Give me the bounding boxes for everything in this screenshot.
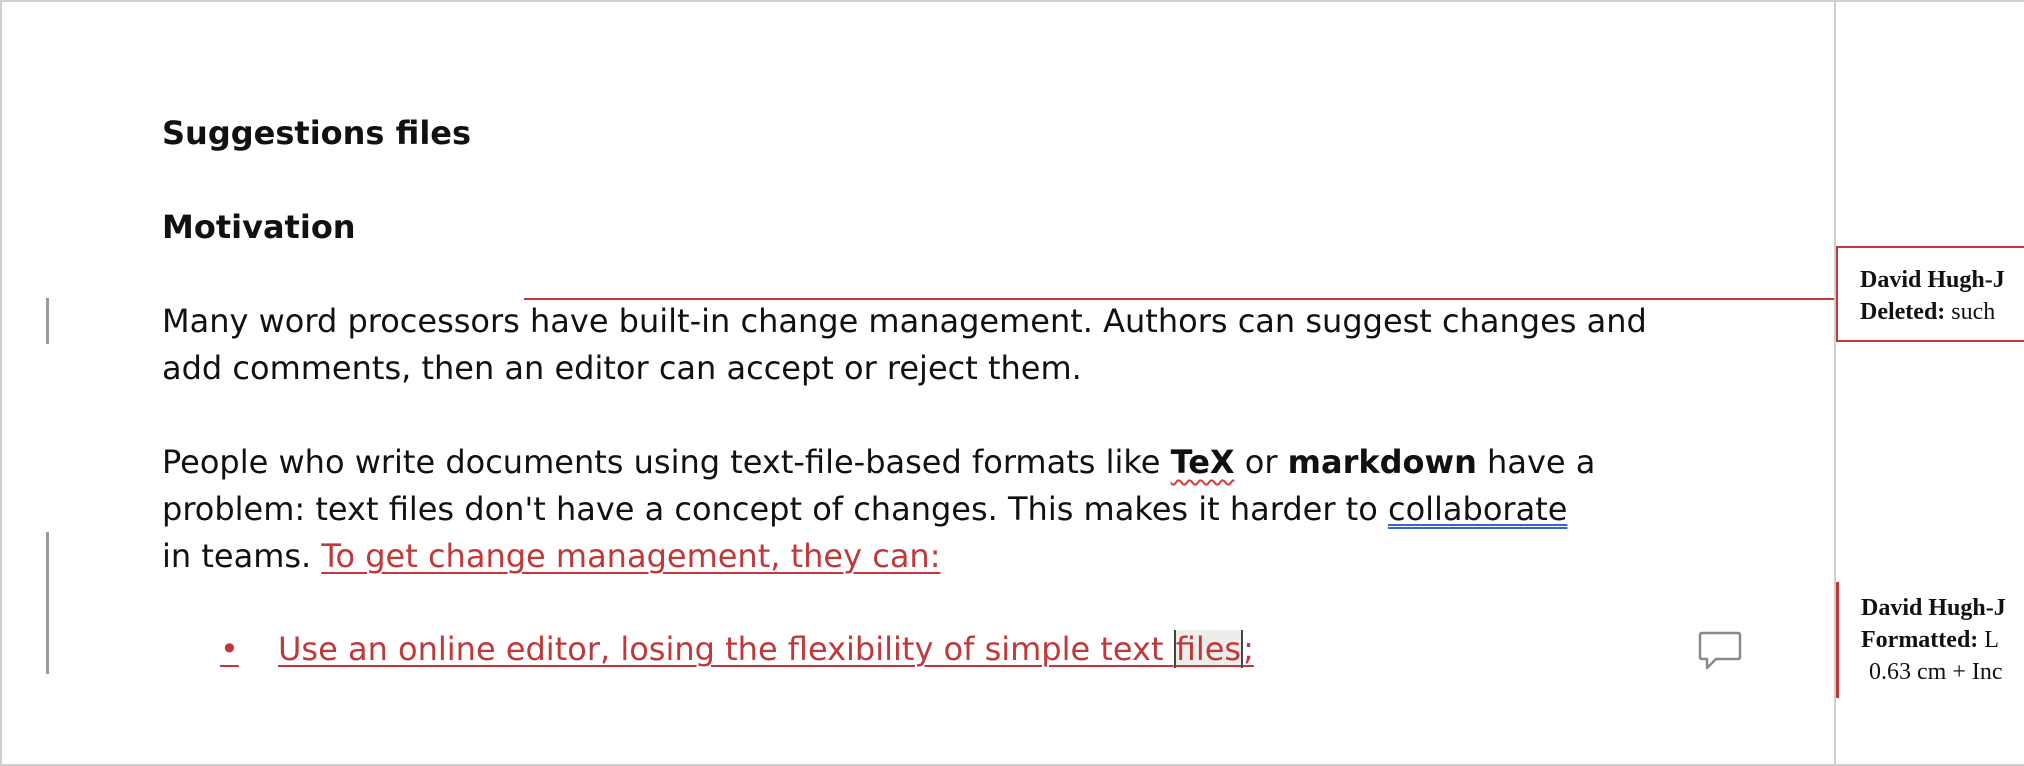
text-run: People who write documents using text-fi…	[162, 443, 1171, 481]
spelling-flagged-word[interactable]: TeX	[1171, 443, 1235, 481]
document-page[interactable]: Suggestions files Motivation Many word p…	[2, 2, 1834, 764]
text-run: have a	[1476, 443, 1596, 481]
revision-balloon-formatted[interactable]: David Hugh-J Formatted: L 0.63 cm + Inc	[1836, 582, 2024, 698]
paragraph-line[interactable]: People who write documents using text-fi…	[162, 439, 1595, 486]
change-bar	[46, 532, 49, 674]
text-run: problem: text files don't have a concept…	[162, 490, 1388, 528]
text-run: in teams.	[162, 537, 322, 575]
paragraph-line[interactable]: problem: text files don't have a concept…	[162, 486, 1567, 533]
inserted-text[interactable]: To get change management, they can:	[321, 537, 940, 575]
document-title[interactable]: Suggestions files	[162, 110, 471, 157]
balloon-author: David Hugh-J	[1860, 267, 2005, 293]
section-heading[interactable]: Motivation	[162, 204, 356, 251]
text-run: or	[1234, 443, 1288, 481]
document-window: Suggestions files Motivation Many word p…	[0, 0, 2024, 766]
text-cursor-selection[interactable]: files	[1173, 630, 1244, 668]
bullet-marker: •	[220, 630, 239, 668]
balloon-value: such	[1945, 299, 1996, 325]
bold-word: markdown	[1287, 443, 1477, 481]
revision-balloon-deleted[interactable]: David Hugh-J Deleted: such	[1836, 246, 2024, 342]
bullet-list-item[interactable]: • Use an online editor, losing the flexib…	[220, 626, 1254, 673]
balloon-label: Formatted:	[1861, 627, 1979, 653]
paragraph-line[interactable]: add comments, then an editor can accept …	[162, 345, 1082, 392]
inserted-text: ;	[1243, 630, 1254, 668]
balloon-value: L	[1978, 627, 1999, 653]
paragraph-line[interactable]: in teams. To get change management, they…	[162, 533, 940, 580]
change-bar	[46, 298, 49, 344]
balloon-author: David Hugh-J	[1861, 595, 2006, 621]
grammar-flagged-word[interactable]: collaborate	[1388, 490, 1567, 528]
balloon-detail: 0.63 cm + Inc	[1869, 659, 2003, 685]
balloon-label: Deleted:	[1860, 299, 1946, 325]
comment-icon[interactable]	[1698, 630, 1742, 672]
inserted-text: Use an online editor, losing the flexibi…	[278, 630, 1174, 668]
markup-pane: David Hugh-J Deleted: such David Hugh-J …	[1834, 2, 2024, 764]
paragraph-line[interactable]: Many word processors have built-in chang…	[162, 298, 1647, 345]
